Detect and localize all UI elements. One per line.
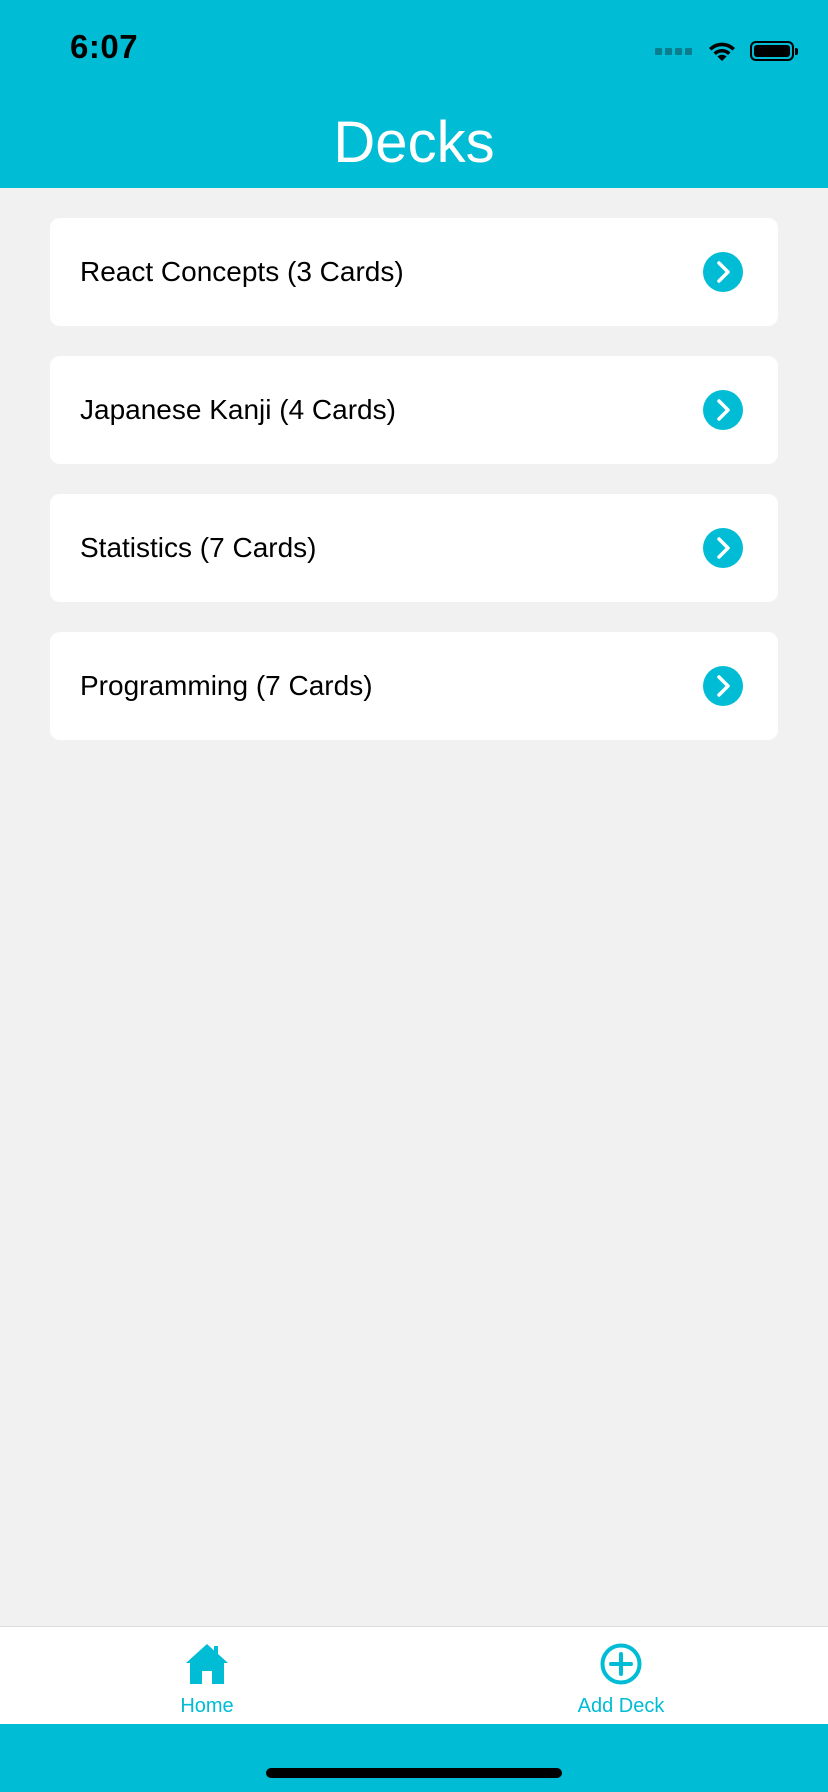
deck-label: Statistics (7 Cards) [80,532,317,563]
bottom-safe-area [0,1724,828,1792]
chevron-right-circle-icon[interactable] [703,666,743,706]
tab-home-label: Home [180,1695,234,1717]
home-indicator[interactable] [266,1768,562,1778]
deck-label: Japanese Kanji (4 Cards) [80,394,396,425]
chevron-right-circle-icon[interactable] [703,390,743,430]
status-icons [655,36,798,66]
deck-item-react-concepts[interactable]: React Concepts (3 Cards) [50,218,778,326]
tab-home[interactable]: Home [0,1627,414,1725]
cellular-signal-icon [655,47,692,55]
deck-label: React Concepts (3 Cards) [80,256,404,287]
deck-item-statistics[interactable]: Statistics (7 Cards) [50,494,778,602]
tab-add-deck-label: Add Deck [577,1695,665,1717]
wifi-icon [709,42,735,61]
chevron-right-circle-icon[interactable] [703,252,743,292]
plus-circle-icon [600,1643,642,1685]
status-time: 6:07 [70,28,139,65]
deck-label: Programming (7 Cards) [80,670,373,701]
tab-bar: Home Add Deck [0,1626,828,1725]
page-title: Decks [333,110,495,175]
app-header: 6:07 Decks [0,0,828,188]
chevron-right-circle-icon[interactable] [703,528,743,568]
battery-icon [750,41,798,61]
home-icon [186,1644,228,1684]
deck-list: React Concepts (3 Cards) Japanese Kanji … [50,218,778,770]
deck-item-programming[interactable]: Programming (7 Cards) [50,632,778,740]
deck-item-japanese-kanji[interactable]: Japanese Kanji (4 Cards) [50,356,778,464]
tab-add-deck[interactable]: Add Deck [414,1627,828,1725]
